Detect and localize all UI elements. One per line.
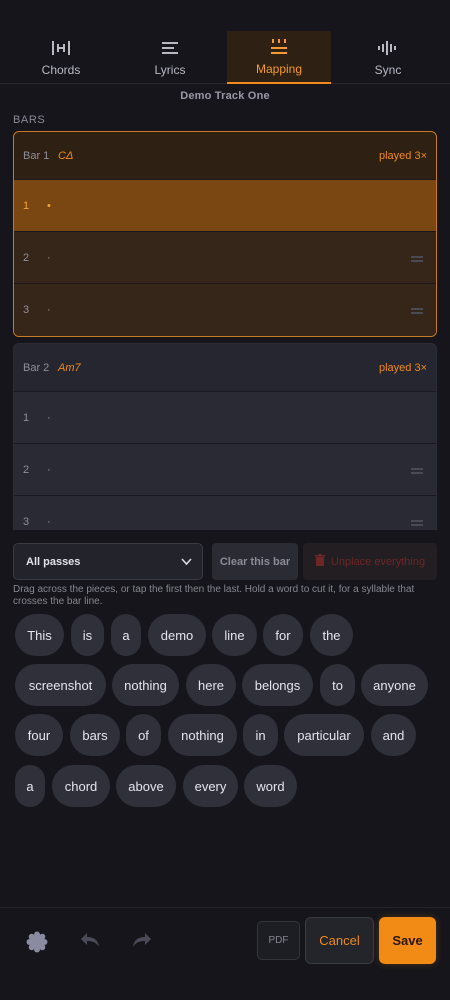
trash-icon	[314, 554, 325, 569]
bar-header: Bar 2 Am7 played 3×	[14, 344, 436, 392]
bar-pass-row[interactable]: 1 ·	[14, 392, 436, 444]
bar-played-count: played 3×	[378, 361, 427, 374]
pass-placeholder: ·	[47, 251, 51, 264]
bar-played-count: played 3×	[378, 149, 427, 162]
pass-number: 3	[23, 304, 30, 316]
sync-waveform-icon	[377, 38, 399, 58]
save-button[interactable]: Save	[379, 917, 436, 964]
word-chip[interactable]: four	[15, 714, 63, 756]
word-chip[interactable]: This	[15, 614, 64, 656]
word-chip[interactable]: for	[263, 614, 303, 656]
word-chip[interactable]: anyone	[361, 664, 428, 706]
bars-section-label: BARS	[13, 114, 46, 126]
pass-placeholder: •	[47, 199, 51, 212]
bar-name: Bar 1	[23, 149, 50, 162]
bar-card-1[interactable]: Bar 1 CΔ played 3× 1 • 2 · 3 ·	[13, 131, 437, 337]
bar-chord[interactable]: Am7	[58, 362, 379, 374]
bar-pass-row[interactable]: 1 •	[14, 180, 436, 232]
word-chip[interactable]: line	[212, 614, 257, 656]
drag-handle-icon[interactable]	[411, 256, 423, 262]
bar-pass-row[interactable]: 2 ·	[14, 232, 436, 284]
word-chip[interactable]: to	[320, 664, 355, 706]
word-chip[interactable]: and	[371, 714, 416, 756]
word-chip[interactable]: nothing	[112, 664, 179, 706]
word-chip[interactable]: in	[243, 714, 278, 756]
tab-mapping[interactable]: Mapping	[227, 31, 331, 84]
bar-pass-row[interactable]: 3 ·	[14, 284, 436, 336]
word-chip[interactable]: belongs	[242, 664, 313, 706]
passes-select-value: All passes	[26, 555, 81, 568]
pass-number: 2	[23, 251, 30, 264]
bar-header: Bar 1 CΔ played 3×	[14, 132, 436, 180]
pdf-button[interactable]: PDF	[257, 921, 300, 960]
redo-icon[interactable]	[132, 931, 152, 954]
word-chip[interactable]: nothing	[168, 714, 237, 756]
chevron-down-icon	[181, 557, 192, 569]
word-chip[interactable]: bars	[70, 714, 120, 756]
word-chip[interactable]: above	[116, 765, 176, 807]
bar-card-2[interactable]: Bar 2 Am7 played 3× 1 · 2 · 3 ·	[13, 343, 437, 530]
pass-placeholder: ·	[47, 304, 51, 316]
instruction-hint: Drag across the pieces, or tap the first…	[13, 584, 415, 607]
passes-select[interactable]: All passes	[13, 543, 203, 580]
pass-number: 2	[23, 463, 30, 476]
pass-number: 1	[23, 199, 30, 212]
bar-name: Bar 2	[23, 361, 50, 374]
pass-placeholder: ·	[47, 515, 51, 528]
cancel-button[interactable]: Cancel	[305, 917, 374, 964]
pass-number: 1	[23, 411, 30, 424]
track-title: Demo Track One	[180, 90, 270, 102]
mapping-icon	[269, 37, 289, 57]
chords-icon	[51, 38, 71, 58]
word-chip[interactable]: a	[15, 765, 45, 807]
pass-number: 3	[23, 515, 30, 528]
mapping-controls: All passes Clear this bar Unplace everyt…	[13, 543, 437, 580]
word-chip[interactable]: every	[183, 765, 238, 807]
word-chip[interactable]: screenshot	[15, 664, 106, 706]
tab-lyrics[interactable]: Lyrics	[118, 31, 222, 84]
drag-handle-icon[interactable]	[411, 308, 423, 314]
bottom-toolbar: PDF Cancel Save	[0, 907, 450, 1000]
drag-handle-icon[interactable]	[411, 468, 423, 474]
word-chip[interactable]: word	[244, 765, 297, 807]
word-chip[interactable]: particular	[284, 714, 364, 756]
drag-handle-icon[interactable]	[411, 520, 423, 526]
tab-label: Lyrics	[154, 63, 186, 77]
unplace-everything-button[interactable]: Unplace everything	[303, 543, 437, 580]
undo-icon[interactable]	[80, 931, 100, 954]
pass-placeholder: ·	[47, 463, 51, 476]
word-chip[interactable]: the	[310, 614, 353, 656]
gear-icon[interactable]	[26, 931, 48, 958]
bar-pass-row[interactable]: 3 ·	[14, 496, 436, 530]
clear-bar-button[interactable]: Clear this bar	[212, 543, 298, 580]
word-chip[interactable]: is	[71, 614, 104, 656]
word-chip[interactable]: of	[126, 714, 161, 756]
pass-placeholder: ·	[47, 411, 51, 424]
bars-list[interactable]: Bar 1 CΔ played 3× 1 • 2 · 3 · Bar 2 Am7…	[13, 131, 437, 530]
tab-chords[interactable]: Chords	[9, 31, 113, 84]
word-chip[interactable]: a	[111, 614, 141, 656]
bar-chord[interactable]: CΔ	[58, 150, 379, 162]
tab-label: Chords	[41, 63, 81, 77]
word-chip[interactable]: chord	[52, 765, 110, 807]
tab-sync[interactable]: Sync	[336, 31, 440, 84]
word-chip[interactable]: demo	[148, 614, 206, 656]
lyrics-icon	[160, 38, 180, 58]
word-chip[interactable]: here	[186, 664, 236, 706]
tab-label: Sync	[374, 63, 402, 77]
unplace-label: Unplace everything	[330, 555, 426, 568]
tab-label: Mapping	[255, 62, 303, 76]
bar-pass-row[interactable]: 2 ·	[14, 444, 436, 496]
tab-bar: Chords Lyrics Mapping Sync	[0, 26, 450, 84]
